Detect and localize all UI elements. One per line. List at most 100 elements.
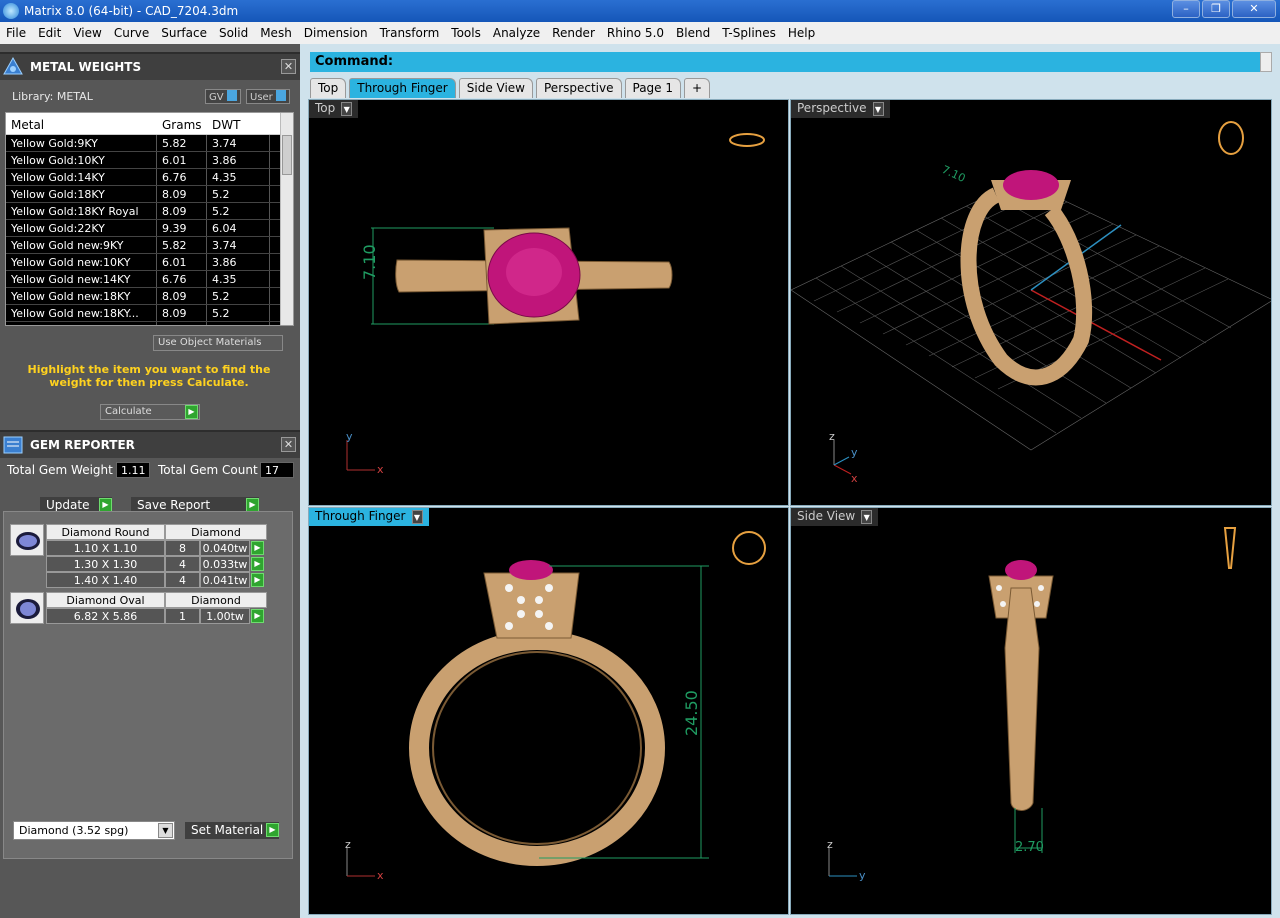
- menu-mesh[interactable]: Mesh: [254, 26, 298, 40]
- command-scrollbar[interactable]: [1260, 52, 1272, 72]
- maximize-button[interactable]: ❐: [1202, 0, 1230, 18]
- metal-table-row[interactable]: Yellow Gold:18KY 8.09 5.2: [6, 186, 293, 203]
- col-dwt[interactable]: DWT: [207, 113, 270, 134]
- through-finger-axis-z: z: [345, 838, 351, 851]
- gem-reporter-close-icon[interactable]: ✕: [281, 437, 296, 452]
- viewport-perspective-title: Perspective: [797, 101, 867, 115]
- through-finger-axis-x: x: [377, 869, 384, 882]
- viewport-top[interactable]: 7.10 y x Top ▼: [308, 99, 789, 506]
- gv-toggle[interactable]: GV: [205, 89, 241, 104]
- menu-bar: File Edit View Curve Surface Solid Mesh …: [0, 22, 1280, 44]
- gem-row-size: 1.10 X 1.10: [46, 540, 165, 556]
- menu-tools[interactable]: Tools: [445, 26, 487, 40]
- tab-through-finger[interactable]: Through Finger: [349, 78, 456, 98]
- round-gem-icon: [16, 532, 40, 550]
- menu-view[interactable]: View: [67, 26, 107, 40]
- oval-gem-icon: [16, 599, 40, 619]
- metal-table-scrollbar[interactable]: [280, 113, 293, 325]
- gem-row-select-icon[interactable]: ▶: [251, 609, 264, 623]
- metal-table-row[interactable]: Yellow Gold:18KY Royal 8.09 5.2: [6, 203, 293, 220]
- menu-blend[interactable]: Blend: [670, 26, 716, 40]
- viewport-top-label[interactable]: Top ▼: [309, 100, 359, 118]
- set-material-arrow-icon: ▶: [266, 823, 279, 837]
- grams-cell: 6.76: [157, 271, 207, 287]
- menu-dimension[interactable]: Dimension: [298, 26, 374, 40]
- save-report-arrow-icon: ▶: [246, 498, 259, 512]
- menu-surface[interactable]: Surface: [155, 26, 213, 40]
- col-grams[interactable]: Grams: [157, 113, 207, 134]
- add-tab-button[interactable]: +: [684, 78, 711, 98]
- metal-table-row[interactable]: Yellow Gold new:9KY 5.82 3.74: [6, 237, 293, 254]
- side-axis-z: z: [827, 838, 833, 851]
- dwt-cell: 4.35: [207, 271, 270, 287]
- side-axis-y: y: [859, 869, 866, 882]
- chevron-down-icon[interactable]: ▼: [411, 510, 423, 524]
- perspective-dimension-label: 7.10: [940, 163, 968, 185]
- dwt-cell: 3.74: [207, 135, 270, 151]
- menu-solid[interactable]: Solid: [213, 26, 254, 40]
- viewport-perspective-label[interactable]: Perspective ▼: [791, 100, 890, 118]
- scroll-thumb[interactable]: [282, 135, 292, 175]
- metal-weights-icon: [3, 56, 23, 75]
- viewport-side-view-label[interactable]: Side View ▼: [791, 508, 879, 526]
- menu-edit[interactable]: Edit: [32, 26, 67, 40]
- chevron-down-icon[interactable]: ▼: [861, 510, 873, 524]
- menu-file[interactable]: File: [0, 26, 32, 40]
- calculate-button[interactable]: Calculate ▶: [100, 404, 200, 420]
- viewport-through-finger[interactable]: 24.50 z x Through Finger ▼: [308, 507, 789, 915]
- tab-page-1[interactable]: Page 1: [624, 78, 681, 98]
- gem-row-select-icon[interactable]: ▶: [251, 541, 264, 555]
- dwt-cell: 4.35: [207, 169, 270, 185]
- gem-row-select-icon[interactable]: ▶: [251, 573, 264, 587]
- menu-transform[interactable]: Transform: [374, 26, 446, 40]
- use-object-materials-button[interactable]: Use Object Materials: [153, 335, 283, 351]
- top-dimension-label: 7.10: [360, 244, 379, 280]
- metal-table-row[interactable]: Yellow Gold new:14KY 6.76 4.35: [6, 271, 293, 288]
- metal-table[interactable]: Metal Grams DWT Yellow Gold:9KY 5.82 3.74 Y…: [5, 112, 294, 326]
- use-object-materials-label: Use Object Materials: [158, 337, 262, 348]
- tab-side-view[interactable]: Side View: [458, 78, 533, 98]
- metal-table-row[interactable]: Yellow Gold new:10KY 6.01 3.86: [6, 254, 293, 271]
- metal-table-body: Yellow Gold:9KY 5.82 3.74 Yellow Gold:10KY 6…: [6, 135, 293, 325]
- set-material-button[interactable]: Set Material ▶: [185, 822, 279, 839]
- dwt-cell: 3.86: [207, 254, 270, 270]
- menu-curve[interactable]: Curve: [108, 26, 155, 40]
- tab-perspective[interactable]: Perspective: [536, 78, 622, 98]
- metal-name-cell: Yellow Gold:18KY Royal: [6, 203, 157, 219]
- gem-row-count: 1: [165, 608, 200, 624]
- metal-table-row[interactable]: Yellow Gold new:18KY 8.09 5.2: [6, 288, 293, 305]
- menu-tsplines[interactable]: T-Splines: [716, 26, 782, 40]
- metal-table-row[interactable]: Yellow Gold:9KY 5.82 3.74: [6, 135, 293, 152]
- grams-cell: 8.09: [157, 305, 207, 321]
- chevron-down-icon[interactable]: ▼: [341, 102, 353, 116]
- app-icon: [3, 3, 19, 19]
- metal-weights-close-icon[interactable]: ✕: [281, 59, 296, 74]
- col-metal[interactable]: Metal: [6, 113, 157, 134]
- metal-weights-header: METAL WEIGHTS ✕: [0, 52, 300, 80]
- dwt-cell: 3.74: [207, 237, 270, 253]
- chevron-down-icon[interactable]: ▼: [872, 102, 884, 116]
- metal-table-row[interactable]: Yellow Gold:22KY 9.39 6.04: [6, 220, 293, 237]
- menu-help[interactable]: Help: [782, 26, 821, 40]
- tab-top[interactable]: Top: [310, 78, 347, 98]
- total-gem-count-label: Total Gem Count: [158, 463, 258, 477]
- dwt-cell: 5.2: [207, 203, 270, 219]
- menu-render[interactable]: Render: [546, 26, 601, 40]
- menu-rhino[interactable]: Rhino 5.0: [601, 26, 670, 40]
- viewport-side-view[interactable]: 2.70 z y Side View ▼: [790, 507, 1272, 915]
- gem-row-count: 4: [165, 572, 200, 588]
- metal-table-row[interactable]: Yellow Gold:10KY 6.01 3.86: [6, 152, 293, 169]
- user-toggle[interactable]: User: [246, 89, 290, 104]
- minimize-button[interactable]: –: [1172, 0, 1200, 18]
- menu-analyze[interactable]: Analyze: [487, 26, 546, 40]
- viewport-perspective[interactable]: 7.10 z y x Perspective ▼: [790, 99, 1272, 506]
- command-bar[interactable]: Command:: [310, 52, 1260, 72]
- gem-row-select-icon[interactable]: ▶: [251, 557, 264, 571]
- gem-row-weight: 0.040tw: [200, 540, 250, 556]
- material-select[interactable]: Diamond (3.52 spg) ▼: [13, 821, 175, 840]
- metal-table-row[interactable]: Yellow Gold new:22KY9.396.04: [6, 322, 293, 325]
- metal-table-row[interactable]: Yellow Gold new:18KY... 8.09 5.2: [6, 305, 293, 322]
- close-button[interactable]: ✕: [1232, 0, 1276, 18]
- metal-table-row[interactable]: Yellow Gold:14KY 6.76 4.35: [6, 169, 293, 186]
- viewport-through-finger-label[interactable]: Through Finger ▼: [309, 508, 429, 526]
